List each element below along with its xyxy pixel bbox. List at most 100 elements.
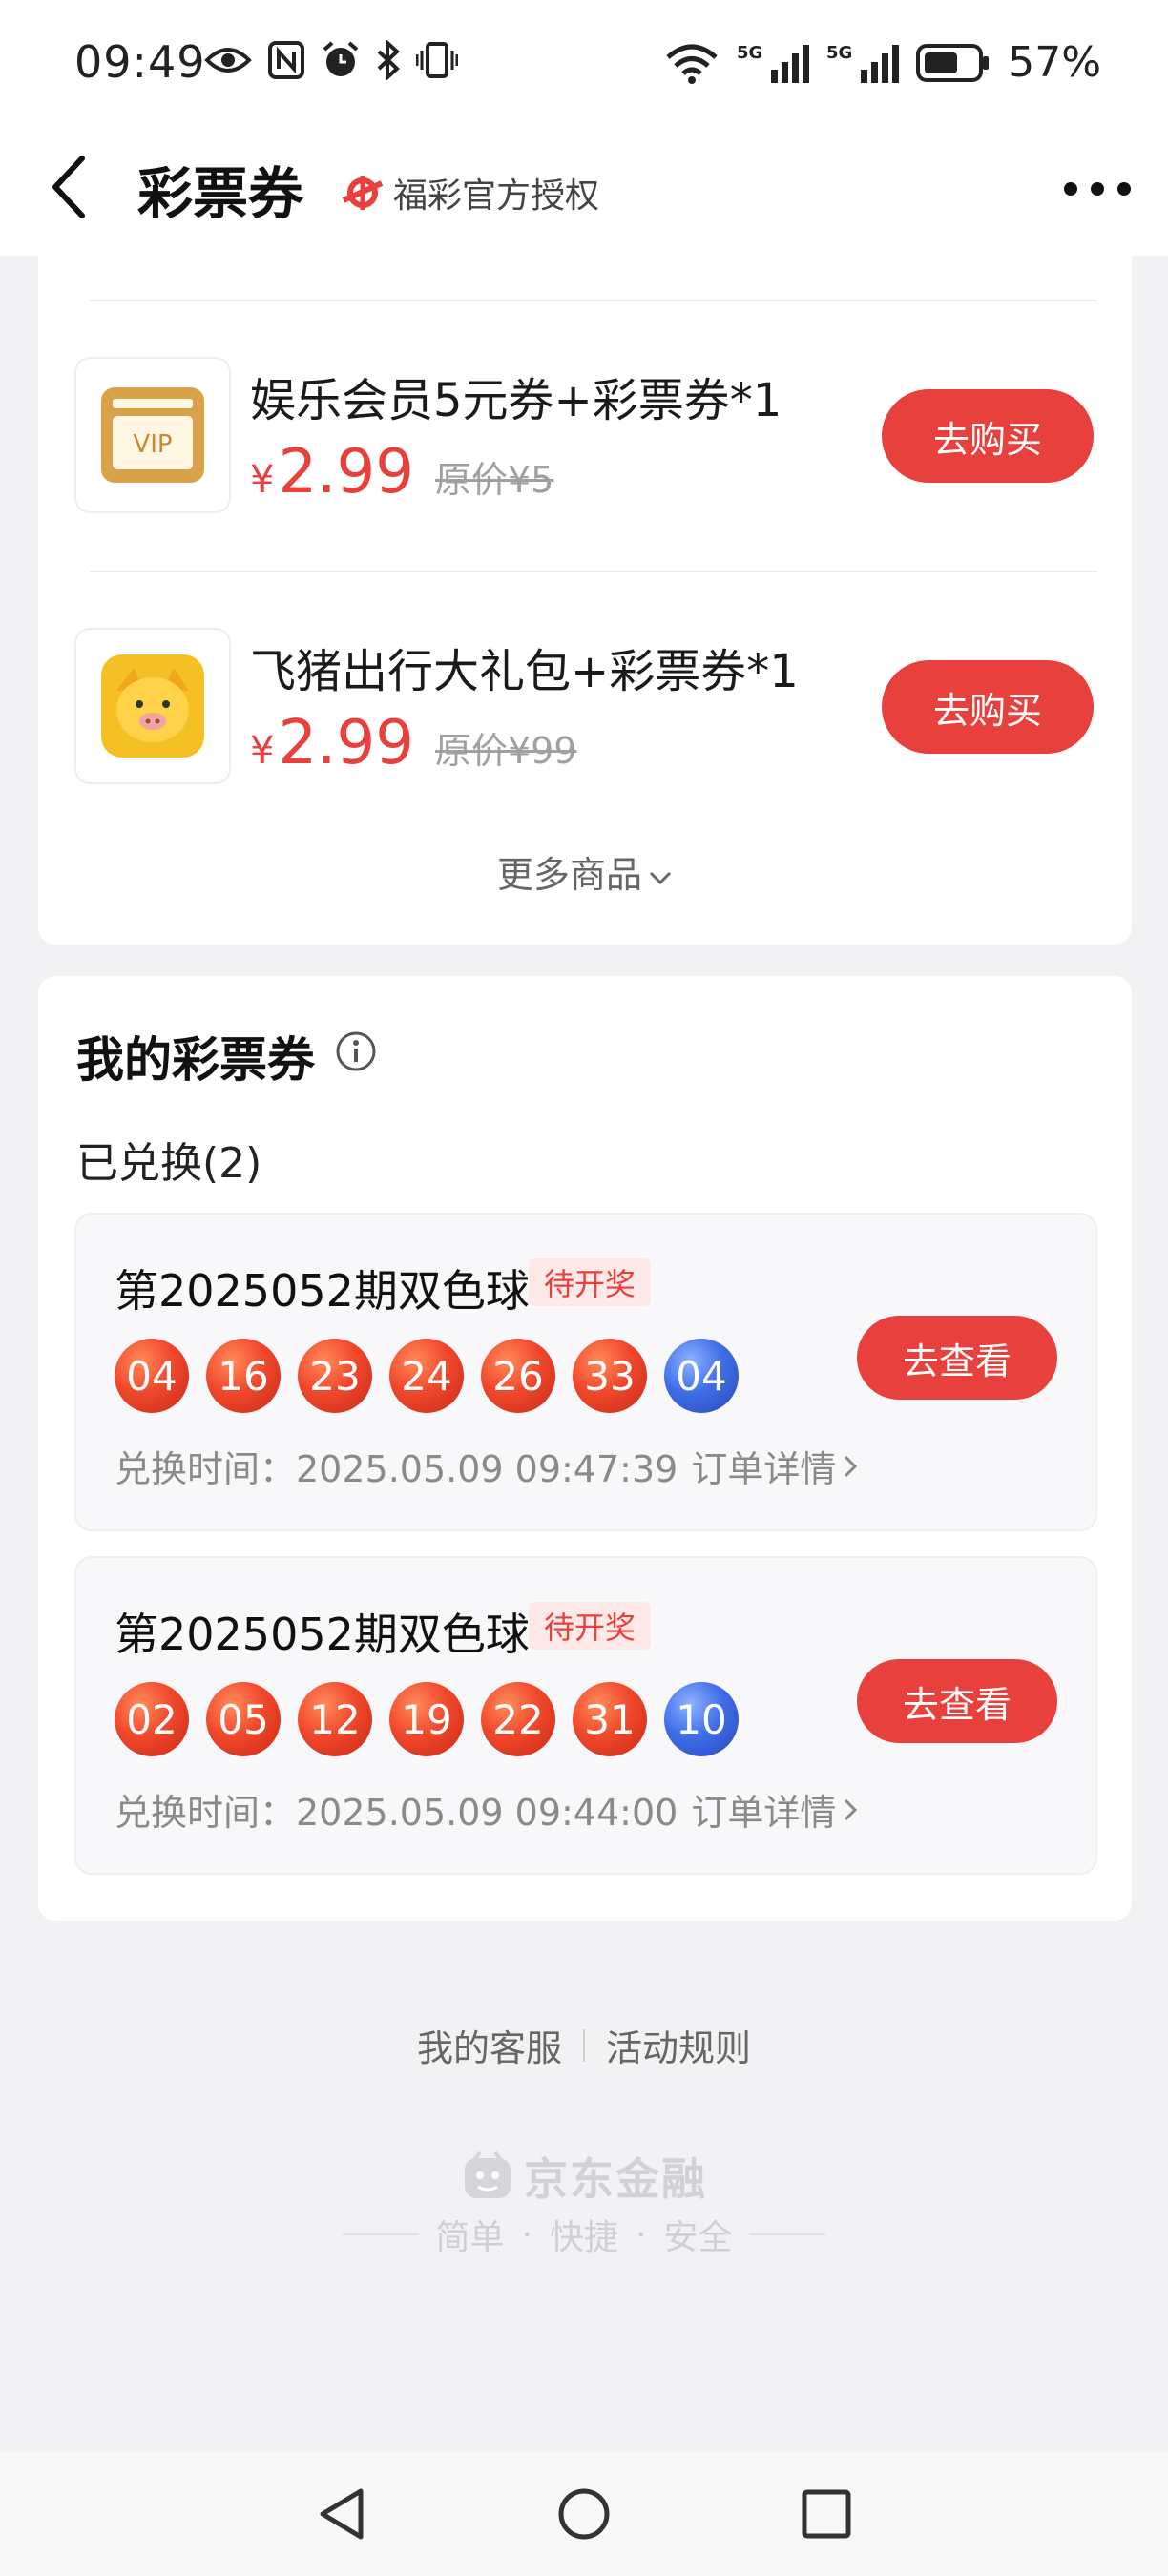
buy-button[interactable]: 去购买: [882, 660, 1094, 754]
lottery-ticket: 第2025052期双色球 待开奖 02 05 12 19 22 31 10 兑换…: [74, 1556, 1097, 1875]
status-left-icons: [204, 40, 458, 80]
chevron-right-icon: [845, 1798, 858, 1820]
divider: [90, 300, 1097, 301]
brand-slogan: 简单 · 快捷 · 安全: [0, 2210, 1168, 2259]
slogan-line: [342, 2233, 419, 2235]
footer-links: 我的客服 活动规则: [0, 2019, 1168, 2071]
more-options-icon[interactable]: [1059, 172, 1136, 206]
exchange-time: 兑换时间：2025.05.09 09:47:39: [115, 1448, 678, 1490]
divider: [90, 571, 1097, 572]
order-detail-link[interactable]: 订单详情: [691, 1783, 859, 1836]
footer-separator: [583, 2028, 585, 2062]
original-price: 原价¥99: [434, 730, 577, 772]
chevron-down-icon: [649, 871, 672, 884]
nfc-icon: [268, 41, 304, 79]
chevron-right-icon: [845, 1455, 858, 1477]
red-ball: 12: [298, 1682, 372, 1756]
activity-rules-link[interactable]: 活动规则: [606, 2019, 751, 2071]
red-ball: 04: [115, 1339, 189, 1413]
vibrate-icon: [416, 42, 458, 78]
price-row: ¥ 2.99 原价¥5: [250, 437, 553, 508]
price-value: 2.99: [278, 708, 414, 779]
signal-5g-icon-2: 5G: [826, 43, 900, 83]
red-ball: 16: [206, 1339, 281, 1413]
lottery-ticket: 第2025052期双色球 待开奖 04 16 23 24 26 33 04 兑换…: [74, 1213, 1097, 1531]
customer-service-link[interactable]: 我的客服: [417, 2019, 562, 2071]
product-thumbnail: [74, 628, 231, 784]
slogan-word: 快捷: [549, 2218, 618, 2257]
info-icon[interactable]: [334, 1029, 378, 1073]
red-ball: 31: [573, 1682, 647, 1756]
red-ball: 02: [115, 1682, 189, 1756]
exchanged-count: 已兑换(2): [76, 1139, 262, 1188]
auth-badge: 福彩官方授权: [340, 168, 599, 218]
ball-row: 02 05 12 19 22 31 10: [115, 1682, 739, 1756]
exchange-time-row: 兑换时间：2025.05.09 09:44:00 订单详情: [115, 1783, 859, 1836]
price-value: 2.99: [278, 437, 414, 508]
product-name: 飞猪出行大礼包+彩票券*1: [250, 645, 799, 698]
welfare-lottery-logo-icon: [342, 176, 384, 210]
red-ball: 33: [573, 1339, 647, 1413]
alarm-icon: [323, 41, 359, 76]
view-ticket-button[interactable]: 去查看: [857, 1316, 1057, 1400]
nav-back-icon[interactable]: [315, 2485, 368, 2543]
my-coupons-card: 我的彩票券 已兑换(2) 第2025052期双色球 待开奖 04 16 23 2…: [38, 976, 1132, 1921]
slogan-dot: ·: [636, 2214, 647, 2254]
slogan-line: [749, 2233, 826, 2235]
status-time: 09:49: [74, 36, 206, 88]
view-ticket-button[interactable]: 去查看: [857, 1659, 1057, 1743]
status-bar: 09:49 5G 5G 57%: [0, 0, 1168, 134]
jd-finance-logo-icon: [465, 2150, 511, 2198]
ball-row: 04 16 23 24 26 33 04: [115, 1339, 739, 1413]
blue-ball: 10: [664, 1682, 739, 1756]
vip-card-icon: VIP: [101, 387, 204, 483]
back-arrow-icon[interactable]: [46, 149, 94, 225]
brand-name: 京东金融: [524, 2153, 707, 2205]
red-ball: 23: [298, 1339, 372, 1413]
order-detail-label: 订单详情: [691, 1792, 837, 1834]
exchange-time-row: 兑换时间：2025.05.09 09:47:39 订单详情: [115, 1440, 859, 1492]
buy-button[interactable]: 去购买: [882, 389, 1094, 483]
product-name: 娱乐会员5元券+彩票券*1: [250, 374, 782, 427]
wifi-icon: [666, 44, 718, 84]
original-price: 原价¥5: [434, 459, 554, 501]
red-ball: 22: [481, 1682, 555, 1756]
product-item-vip[interactable]: VIP 娱乐会员5元券+彩票券*1 ¥ 2.99 原价¥5 去购买: [38, 357, 1132, 529]
red-ball: 24: [389, 1339, 464, 1413]
battery-icon: [916, 43, 990, 82]
price-symbol: ¥: [250, 729, 275, 773]
red-ball: 19: [389, 1682, 464, 1756]
brand-logo: 京东金融: [0, 2145, 1168, 2208]
eye-icon: [204, 48, 252, 73]
order-detail-label: 订单详情: [691, 1448, 837, 1490]
nav-header: 彩票券 福彩官方授权: [0, 134, 1168, 256]
blue-ball: 04: [664, 1339, 739, 1413]
price-row: ¥ 2.99 原价¥99: [250, 708, 576, 779]
fliggy-pig-icon: [101, 654, 204, 758]
signal-5g-icon: 5G: [737, 43, 810, 83]
product-item-fliggy[interactable]: 飞猪出行大礼包+彩票券*1 ¥ 2.99 原价¥99 去购买: [38, 628, 1132, 800]
nav-home-icon[interactable]: [555, 2485, 613, 2543]
svg-text:VIP: VIP: [133, 430, 172, 459]
ticket-title: 第2025052期双色球: [115, 1265, 530, 1317]
my-coupons-title: 我的彩票券: [76, 1032, 315, 1088]
status-badge: 待开奖: [529, 1258, 652, 1306]
slogan-word: 安全: [663, 2218, 733, 2257]
system-nav-bar: [0, 2452, 1168, 2576]
battery-percent: 57%: [1008, 38, 1101, 87]
product-thumbnail: VIP: [74, 357, 231, 513]
products-card: VIP 娱乐会员5元券+彩票券*1 ¥ 2.99 原价¥5 去购买 飞猪出行大礼…: [38, 239, 1132, 945]
more-products-label: 更多商品: [496, 854, 642, 896]
slogan-word: 简单: [435, 2218, 505, 2257]
status-badge: 待开奖: [529, 1602, 652, 1650]
price-symbol: ¥: [250, 458, 275, 502]
status-right: 5G 5G 57%: [664, 38, 1101, 87]
exchange-time: 兑换时间：2025.05.09 09:44:00: [115, 1792, 678, 1834]
slogan-dot: ·: [521, 2214, 532, 2254]
auth-label: 福彩官方授权: [393, 177, 600, 216]
order-detail-link[interactable]: 订单详情: [691, 1440, 859, 1492]
svg-text:5G: 5G: [826, 43, 852, 63]
more-products-link[interactable]: 更多商品: [38, 845, 1132, 898]
nav-recents-icon[interactable]: [800, 2487, 853, 2541]
page-title: 彩票券: [137, 161, 304, 226]
